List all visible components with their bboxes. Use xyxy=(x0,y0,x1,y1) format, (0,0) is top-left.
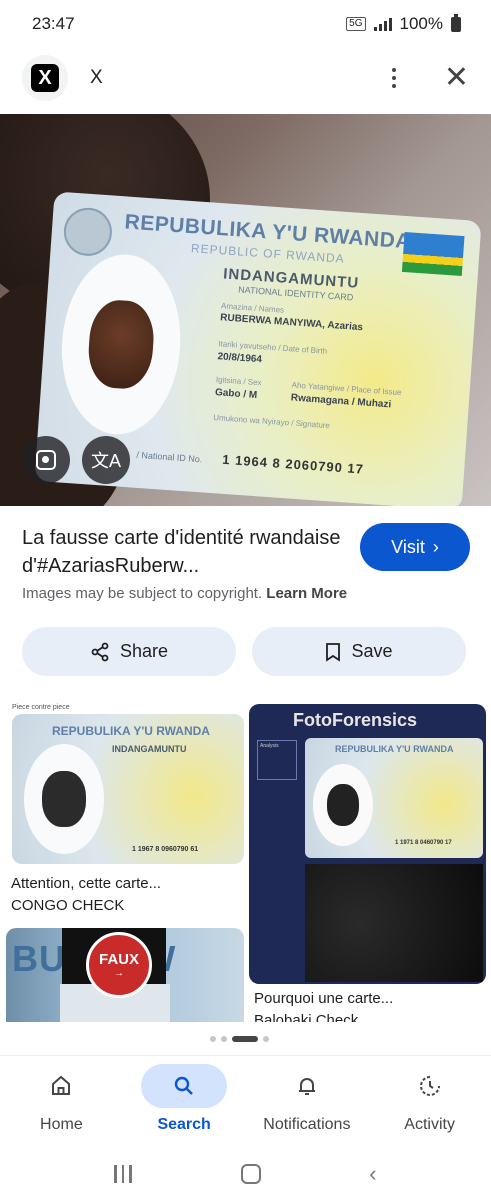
copyright-text: Images may be subject to copyright. xyxy=(22,585,263,602)
id-number: 1 1964 8 2060790 17 xyxy=(221,451,365,477)
pager-dot xyxy=(263,1036,269,1042)
sex-label: Igitsina / Sex xyxy=(215,375,262,388)
recents-icon[interactable] xyxy=(114,1165,132,1183)
ela-analysis-image xyxy=(305,864,483,982)
related-caption-1[interactable]: Attention, cette carte... xyxy=(11,875,161,892)
mini-card-title: REPUBULIKA Y'U RWANDA xyxy=(52,724,210,738)
battery-percent: 100% xyxy=(399,14,443,33)
analysis-panel: Analysis xyxy=(257,740,297,780)
bell-icon xyxy=(298,1078,315,1095)
network-type: 5G xyxy=(346,17,366,31)
face-portrait xyxy=(42,771,86,827)
nav-activity[interactable]: Activity xyxy=(368,1056,491,1148)
lens-icon xyxy=(36,450,56,470)
nav-label: Search xyxy=(157,1116,211,1133)
dob-value: 20/8/1964 xyxy=(217,351,263,366)
name-value: RUBERWA MANYIWA, Azarias xyxy=(219,312,364,334)
t2-card-title: REPUBULIKA Y'U RWANDA xyxy=(335,744,454,754)
t2-card-number: 1 1971 8 0460790 17 xyxy=(395,840,452,846)
mini-card-number: 1 1967 8 0960790 61 xyxy=(132,846,199,853)
t2-card-photo xyxy=(313,764,373,846)
status-bar: 23:47 5G 100% xyxy=(0,0,491,48)
status-icons: 5G 100% xyxy=(346,13,461,34)
activity-icon xyxy=(419,1076,440,1096)
signal-icon xyxy=(373,17,392,31)
nav-notifications[interactable]: Notifications xyxy=(246,1056,369,1148)
related-caption-2[interactable]: Pourquoi une carte... xyxy=(254,990,393,1007)
related-image-2[interactable]: FotoForensics Analysis REPUBULIKA Y'U RW… xyxy=(249,704,486,984)
bottom-nav: Home Search Notifications Activity xyxy=(0,1056,491,1148)
visit-button[interactable]: Visit › xyxy=(360,523,470,571)
save-button[interactable]: Save xyxy=(252,627,466,676)
mini-id-card: REPUBULIKA Y'U RWANDA INDANGAMUNTU 1 196… xyxy=(12,714,244,864)
carousel-pager xyxy=(210,1036,269,1042)
arrow-right-icon: → xyxy=(114,968,124,979)
share-button[interactable]: Share xyxy=(22,627,236,676)
x-logo-icon: X xyxy=(31,64,59,92)
related-image-1[interactable]: Piece contre piece REPUBULIKA Y'U RWANDA… xyxy=(8,702,244,868)
search-icon xyxy=(174,1076,194,1095)
mini-card-type: INDANGAMUNTU xyxy=(112,744,187,754)
lens-search-button[interactable] xyxy=(22,436,70,484)
source-name[interactable]: X xyxy=(90,67,103,89)
pager-dot-active xyxy=(232,1036,258,1042)
faux-badge: FAUX → xyxy=(86,932,152,998)
viewer-header: X X ✕ xyxy=(0,52,491,104)
translate-button[interactable]: 文A xyxy=(82,436,130,484)
face-portrait xyxy=(327,784,359,826)
mini-card-photo xyxy=(24,744,104,854)
sex-value: Gabo / M xyxy=(214,387,258,402)
flag-icon xyxy=(401,231,465,277)
nav-label: Home xyxy=(40,1116,83,1133)
back-icon[interactable]: ‹ xyxy=(369,1161,376,1187)
translate-icon: 文A xyxy=(90,451,121,471)
id-number-label: / National ID No. xyxy=(136,449,203,465)
fotoforensics-header: FotoForensics xyxy=(293,710,418,730)
nav-home[interactable]: Home xyxy=(0,1056,123,1148)
system-nav-bar: ‹ xyxy=(0,1148,491,1200)
home-icon xyxy=(52,1075,71,1095)
t2-id-card: REPUBULIKA Y'U RWANDA 1 1971 8 0460790 1… xyxy=(305,738,483,858)
share-label: Share xyxy=(119,641,169,661)
nav-label: Activity xyxy=(404,1116,455,1133)
learn-more-link[interactable]: Learn More xyxy=(266,585,347,602)
nav-label: Notifications xyxy=(263,1116,351,1133)
signature-label: Umukono wa Nyirayo / Signature xyxy=(212,413,331,431)
source-logo[interactable]: X xyxy=(22,55,68,101)
status-time: 23:47 xyxy=(32,14,75,33)
thumb-top-note: Piece contre piece xyxy=(12,704,70,711)
result-title[interactable]: La fausse carte d'identité rwandaise d'#… xyxy=(22,524,342,580)
related-source-2: Balobaki Check xyxy=(254,1012,359,1022)
pager-dot xyxy=(221,1036,227,1042)
visit-label: Visit xyxy=(391,536,425,557)
emblem-icon xyxy=(62,206,114,258)
copyright-notice: Images may be subject to copyright. Lear… xyxy=(22,585,347,602)
card-photo xyxy=(55,250,187,439)
close-icon[interactable]: ✕ xyxy=(444,63,469,93)
home-button-icon[interactable] xyxy=(240,1164,261,1184)
nav-search[interactable]: Search xyxy=(123,1056,246,1148)
chevron-right-icon: › xyxy=(432,536,439,557)
share-icon xyxy=(91,642,109,661)
hero-image[interactable]: REPUBULIKA Y'U RWANDA REPUBLIC OF RWANDA… xyxy=(0,114,491,506)
faux-label: FAUX xyxy=(98,951,139,968)
save-label: Save xyxy=(351,641,393,661)
battery-icon xyxy=(451,13,461,32)
more-options-icon[interactable] xyxy=(384,64,404,92)
pager-dot xyxy=(210,1036,216,1042)
related-source-1: CONGO CHECK xyxy=(11,897,125,914)
face-portrait xyxy=(86,298,157,391)
bookmark-icon xyxy=(326,642,341,662)
